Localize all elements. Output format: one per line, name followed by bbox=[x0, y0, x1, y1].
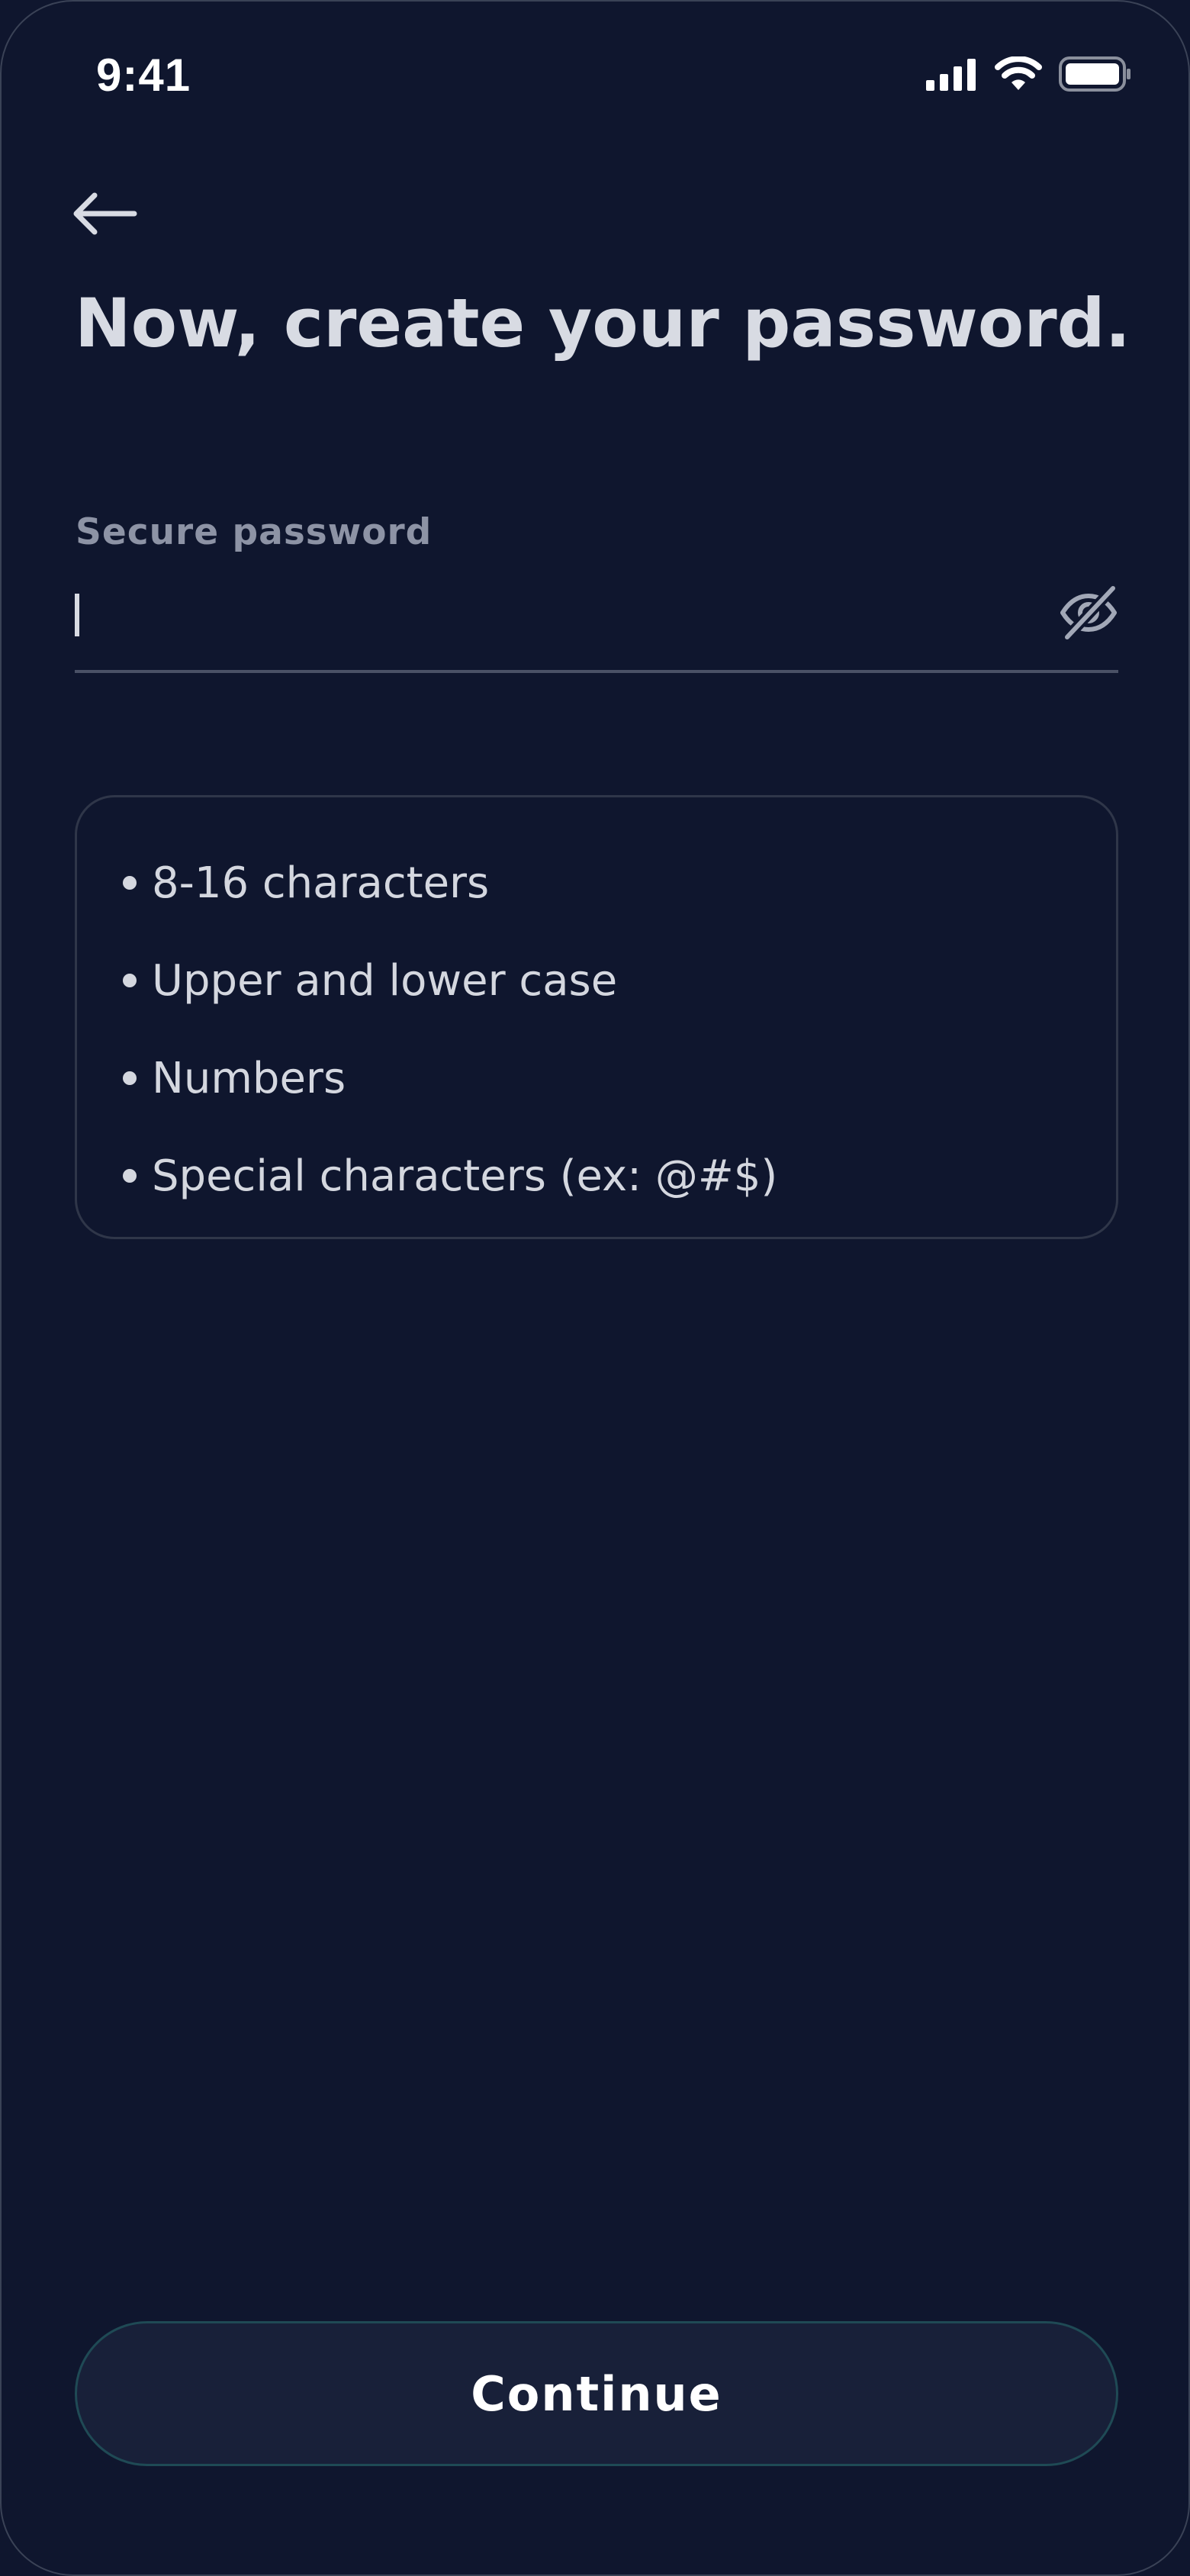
arrow-left-icon bbox=[72, 192, 137, 238]
page-title: Now, create your password. bbox=[75, 284, 1131, 362]
bullet-icon bbox=[123, 974, 137, 987]
status-icons bbox=[926, 56, 1132, 92]
bullet-icon bbox=[123, 1169, 137, 1183]
password-field bbox=[75, 566, 1118, 673]
cellular-signal-icon bbox=[926, 57, 978, 91]
app-screen: 9:41 Now, create your password. Secure p… bbox=[0, 0, 1190, 2576]
bullet-icon bbox=[123, 1071, 137, 1085]
eye-off-icon bbox=[1058, 582, 1119, 646]
requirement-label: Special characters (ex: @#$) bbox=[152, 1151, 778, 1201]
requirement-label: 8-16 characters bbox=[152, 858, 490, 908]
requirement-item: Special characters (ex: @#$) bbox=[123, 1127, 1116, 1225]
password-field-label: Secure password bbox=[76, 511, 433, 553]
requirement-item: Numbers bbox=[123, 1029, 1116, 1127]
toggle-password-visibility-button[interactable] bbox=[1054, 580, 1123, 649]
requirement-item: Upper and lower case bbox=[123, 932, 1116, 1029]
password-requirements-box: 8-16 characters Upper and lower case Num… bbox=[75, 795, 1118, 1239]
wifi-icon bbox=[995, 56, 1042, 92]
battery-icon bbox=[1059, 56, 1132, 92]
password-input[interactable] bbox=[75, 581, 993, 644]
requirement-label: Numbers bbox=[152, 1053, 346, 1103]
requirement-item: 8-16 characters bbox=[123, 834, 1116, 932]
status-time: 9:41 bbox=[96, 50, 191, 101]
back-button[interactable] bbox=[72, 188, 140, 242]
continue-button[interactable]: Continue bbox=[75, 2321, 1118, 2466]
requirements-list: 8-16 characters Upper and lower case Num… bbox=[123, 834, 1116, 1225]
requirement-label: Upper and lower case bbox=[152, 955, 618, 1006]
bullet-icon bbox=[123, 876, 137, 890]
